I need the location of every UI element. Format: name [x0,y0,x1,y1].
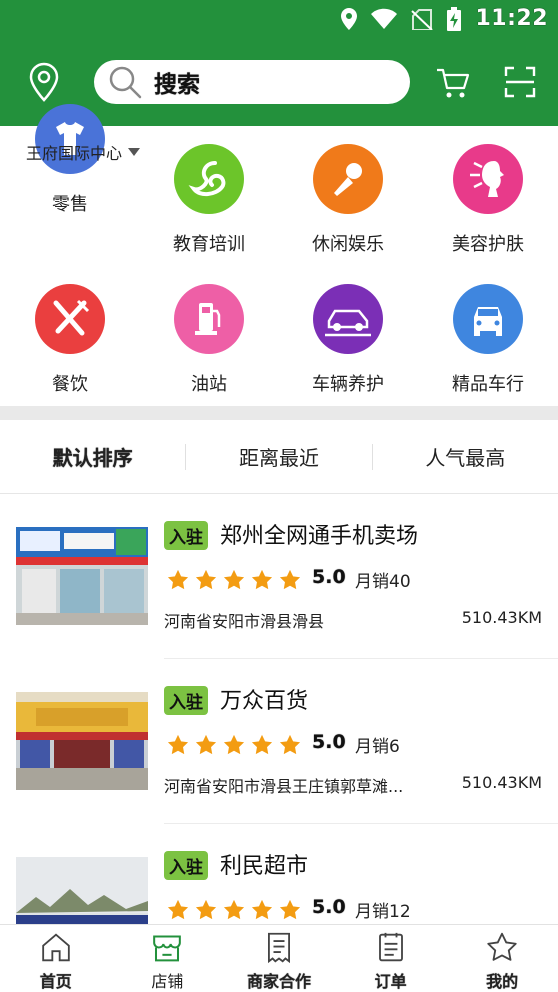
category-label: 餐饮 [52,374,88,395]
sort-default-tab[interactable]: 默认排序 [0,442,185,471]
store-icon [153,935,182,962]
status-time: 11:22 [475,6,548,31]
nav-label: 首页 [39,972,72,991]
store-name: 万众百货 [220,689,309,714]
scan-qr-icon[interactable] [504,66,536,98]
store-photo [16,527,148,625]
star-rating [167,734,301,756]
category-education[interactable]: 教育培训 [139,144,279,256]
star-icon [195,734,217,755]
star-icon [251,899,273,920]
category-label: 美容护肤 [452,234,524,255]
nav-store[interactable]: 店铺 [112,925,224,992]
category-dining[interactable]: 餐饮 [0,284,140,396]
battery-charging-icon [447,6,462,31]
car-lift-icon [313,284,383,354]
store-monthly-sales: 月销40 [355,572,411,592]
no-signal-icon [411,8,434,30]
star-icon [251,569,273,590]
shopping-cart-icon[interactable] [436,66,470,100]
nav-label: 商家合作 [246,972,311,991]
nav-label: 店铺 [151,972,184,991]
search-input[interactable]: 搜索 [154,65,200,99]
star-icon [223,734,245,755]
nav-partnership[interactable]: 商家合作 [223,925,335,992]
category-gas-station[interactable]: 油站 [139,284,279,396]
store-name: 利民超市 [220,854,309,879]
wifi-icon [371,8,398,29]
store-distance: 510.43KM [461,773,542,792]
category-label: 零售 [52,194,88,215]
store-monthly-sales: 月销6 [355,737,400,757]
store-photo [16,857,148,924]
store-address: 河南省安阳市滑县王庄镇郭草滩... [164,777,404,796]
category-car-maintenance[interactable]: 车辆养护 [278,284,418,396]
star-icon [195,569,217,590]
category-label: 休闲娱乐 [312,234,384,255]
star-icon [223,569,245,590]
beauty-face-icon [453,144,523,214]
star-rating [167,569,301,591]
nav-label: 我的 [486,972,519,991]
store-badge: 入驻 [164,851,208,880]
store-address: 河南省安阳市滑县滑县 [164,612,325,631]
star-icon [487,932,517,961]
star-icon [223,899,245,920]
store-card[interactable]: 入驻 万众百货 5.0 月销6 河南省安阳市滑县王庄镇郭草滩... 510.43… [0,659,558,824]
star-icon [251,734,273,755]
store-monthly-sales: 月销12 [355,902,411,922]
category-label: 教育培训 [173,234,245,255]
category-label: 精品车行 [452,374,524,395]
store-name: 郑州全网通手机卖场 [220,524,419,549]
sort-popularity-tab[interactable]: 人气最高 [373,442,558,471]
microphone-icon [313,144,383,214]
document-icon [267,932,290,964]
star-rating [167,899,301,921]
nav-profile[interactable]: 我的 [446,925,558,992]
category-car-dealer[interactable]: 精品车行 [418,284,558,396]
fork-knife-icon [35,284,105,354]
category-grid: 王府国际中心 零售 教育培训 休闲娱乐 美容护肤 餐饮 油站 车辆养护 精品车行 [0,104,558,406]
dropdown-caret-icon [128,148,141,156]
store-distance: 510.43KM [461,608,542,627]
store-card[interactable]: 入驻 郑州全网通手机卖场 5.0 月销40 河南省安阳市滑县滑县 510.43K… [0,494,558,659]
category-beauty[interactable]: 美容护肤 [418,144,558,256]
sort-bar: 默认排序 距离最近 人气最高 [0,420,558,494]
order-list-icon [378,932,403,962]
status-bar: 11:22 [0,0,558,40]
star-icon [279,899,301,920]
store-rating: 5.0 [312,731,346,753]
store-rating: 5.0 [312,896,346,918]
search-icon [109,66,142,99]
section-divider [0,406,558,420]
category-label: 油站 [191,374,227,395]
nav-label: 订单 [374,972,407,991]
location-status-icon [341,7,358,30]
location-pin-icon[interactable] [28,62,60,102]
search-bar[interactable]: 搜索 [94,60,410,104]
star-icon [167,899,189,920]
store-rating: 5.0 [312,566,346,588]
store-badge: 入驻 [164,686,208,715]
location-label: 王府国际中心 [26,144,123,163]
star-icon [279,569,301,590]
education-swirl-icon [174,144,244,214]
store-badge: 入驻 [164,521,208,550]
store-card[interactable]: 入驻 利民超市 5.0 月销12 [0,824,558,924]
car-front-icon [453,284,523,354]
home-icon [42,933,70,962]
star-icon [279,734,301,755]
fuel-pump-icon [174,284,244,354]
nav-orders[interactable]: 订单 [335,925,447,992]
sort-distance-tab[interactable]: 距离最近 [186,442,371,471]
bottom-navigation: 首页 店铺 商家合作 订单 我的 [0,924,558,992]
location-selector[interactable]: 王府国际中心 [26,140,141,164]
star-icon [167,569,189,590]
category-entertainment[interactable]: 休闲娱乐 [278,144,418,256]
star-icon [195,899,217,920]
star-icon [167,734,189,755]
category-label: 车辆养护 [312,374,384,395]
store-photo [16,692,148,790]
nav-home[interactable]: 首页 [0,925,112,992]
